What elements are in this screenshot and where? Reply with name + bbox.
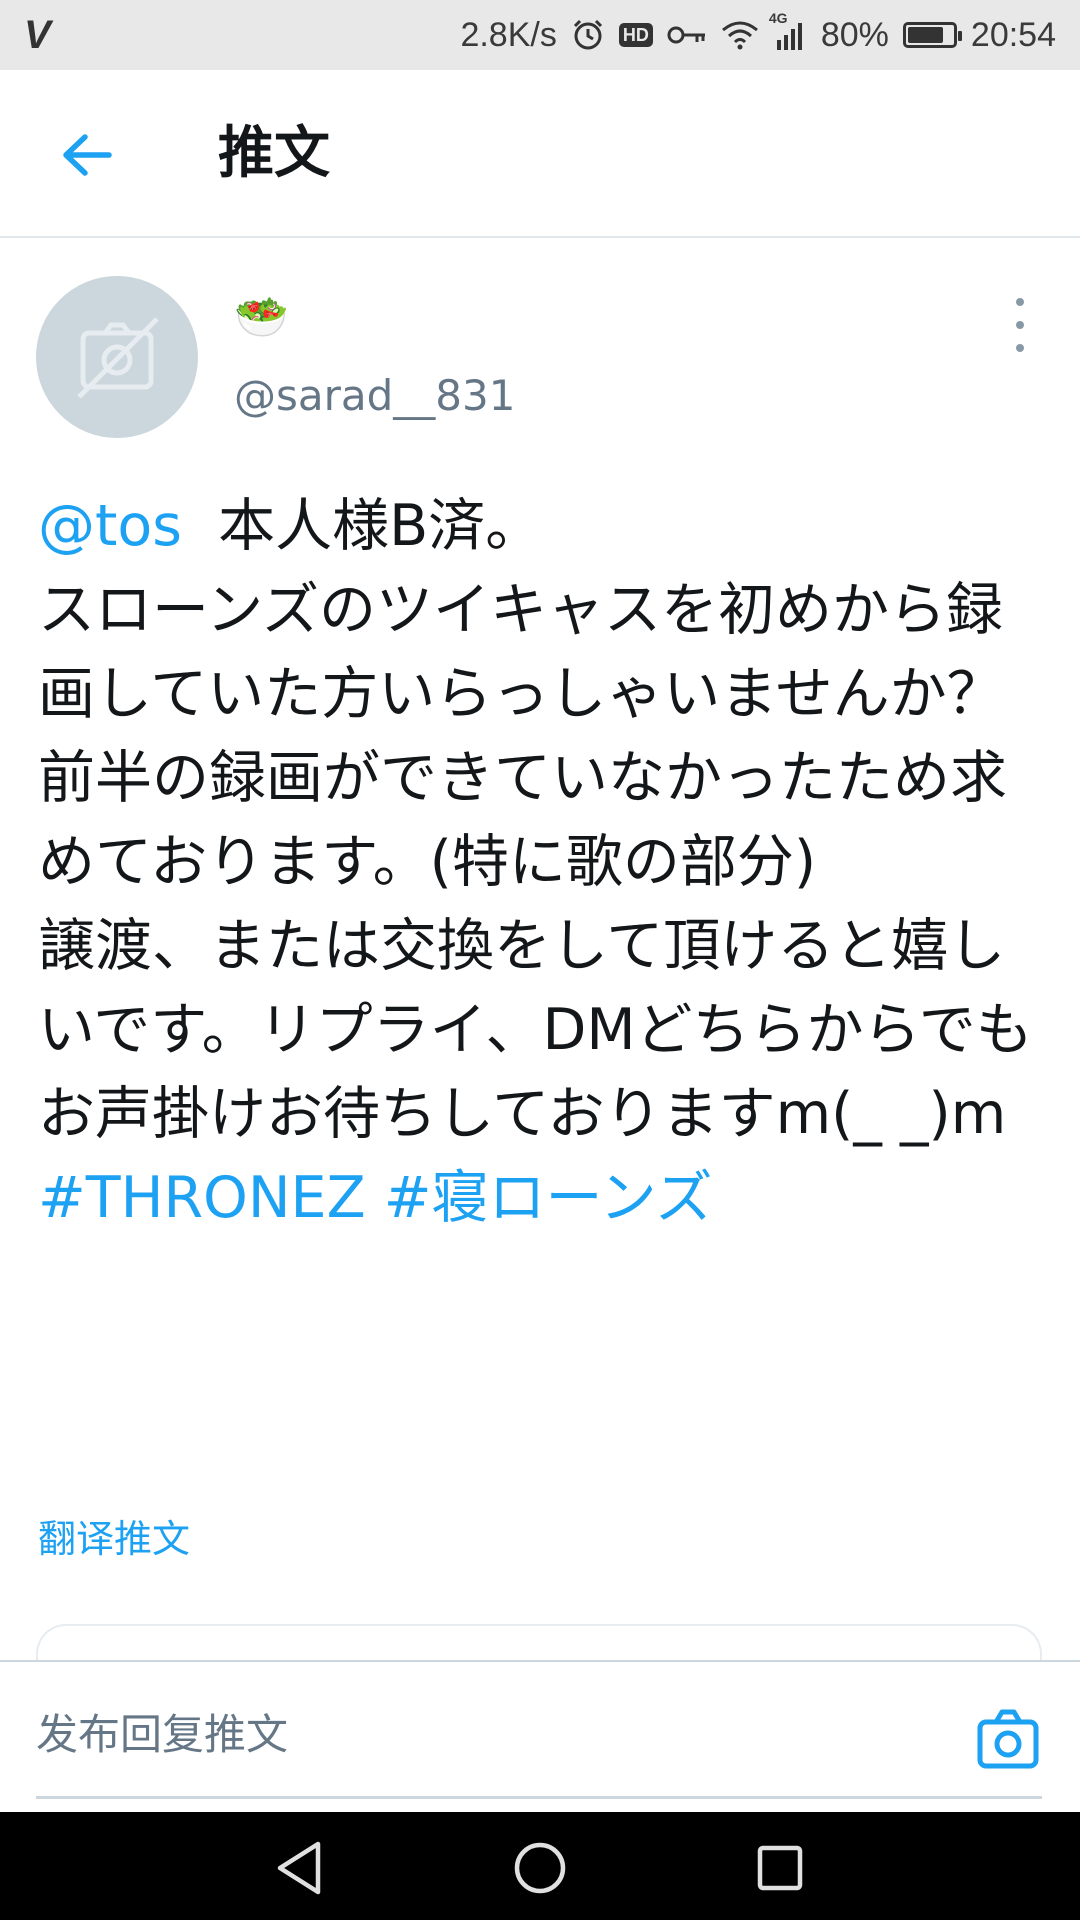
status-bar: V 2.8K/s HD 4G 80% 20:54 <box>0 0 1080 70</box>
nav-home-button[interactable] <box>508 1836 572 1900</box>
back-button[interactable] <box>52 120 122 190</box>
tweet-text: @tos 本人様B済。 スローンズのツイキャスを初めから録画していた方いらっしゃ… <box>38 484 1048 1240</box>
alarm-icon <box>571 18 605 52</box>
signal-icon: 4G <box>769 10 807 50</box>
translate-tweet-link[interactable]: 翻译推文 <box>38 1514 190 1564</box>
network-speed: 2.8K/s <box>460 15 557 54</box>
home-circle-icon <box>514 1842 566 1894</box>
vpn-key-icon <box>667 23 707 47</box>
battery-level-fill <box>907 27 944 43</box>
hashtag-link-thronez[interactable]: #THRONEZ <box>38 1165 366 1231</box>
avatar[interactable] <box>36 276 198 438</box>
network-type: 4G <box>768 10 788 26</box>
arrow-left-icon <box>63 134 112 176</box>
status-icons: 2.8K/s HD 4G 80% 20:54 <box>460 10 1056 55</box>
reply-underline <box>36 1796 1042 1799</box>
app-header: 推文 <box>0 70 1080 238</box>
user-handle[interactable]: @sarad__831 <box>234 370 515 422</box>
reply-input[interactable] <box>36 1698 976 1770</box>
reply-bar <box>0 1660 1080 1812</box>
clock: 20:54 <box>970 15 1056 54</box>
hd-icon: HD <box>618 23 653 47</box>
hashtag-link-neroonzu[interactable]: #寝ローンズ <box>384 1165 713 1231</box>
battery-percent: 80% <box>820 15 889 54</box>
nav-recents-button[interactable] <box>748 1836 812 1900</box>
recents-square-icon <box>757 1845 803 1891</box>
camera-icon <box>977 1709 1039 1769</box>
mention-link[interactable]: @tos <box>38 493 182 559</box>
no-image-icon <box>77 317 159 399</box>
tweet-body: 本人様B済。 スローンズのツイキャスを初めから録画していた方いらっしゃいませんか… <box>38 493 1033 1147</box>
more-options-button[interactable] <box>998 298 1042 352</box>
page-title: 推文 <box>218 121 330 186</box>
nav-back-button[interactable] <box>268 1836 332 1900</box>
wifi-icon <box>721 20 759 50</box>
system-nav-bar <box>0 1812 1080 1920</box>
back-triangle-icon <box>277 1841 321 1895</box>
carrier-logo: V <box>24 12 51 57</box>
camera-button[interactable] <box>976 1708 1040 1770</box>
display-name[interactable]: 🥗 <box>234 292 289 344</box>
battery-icon <box>902 22 962 48</box>
more-vertical-icon <box>1016 298 1024 306</box>
